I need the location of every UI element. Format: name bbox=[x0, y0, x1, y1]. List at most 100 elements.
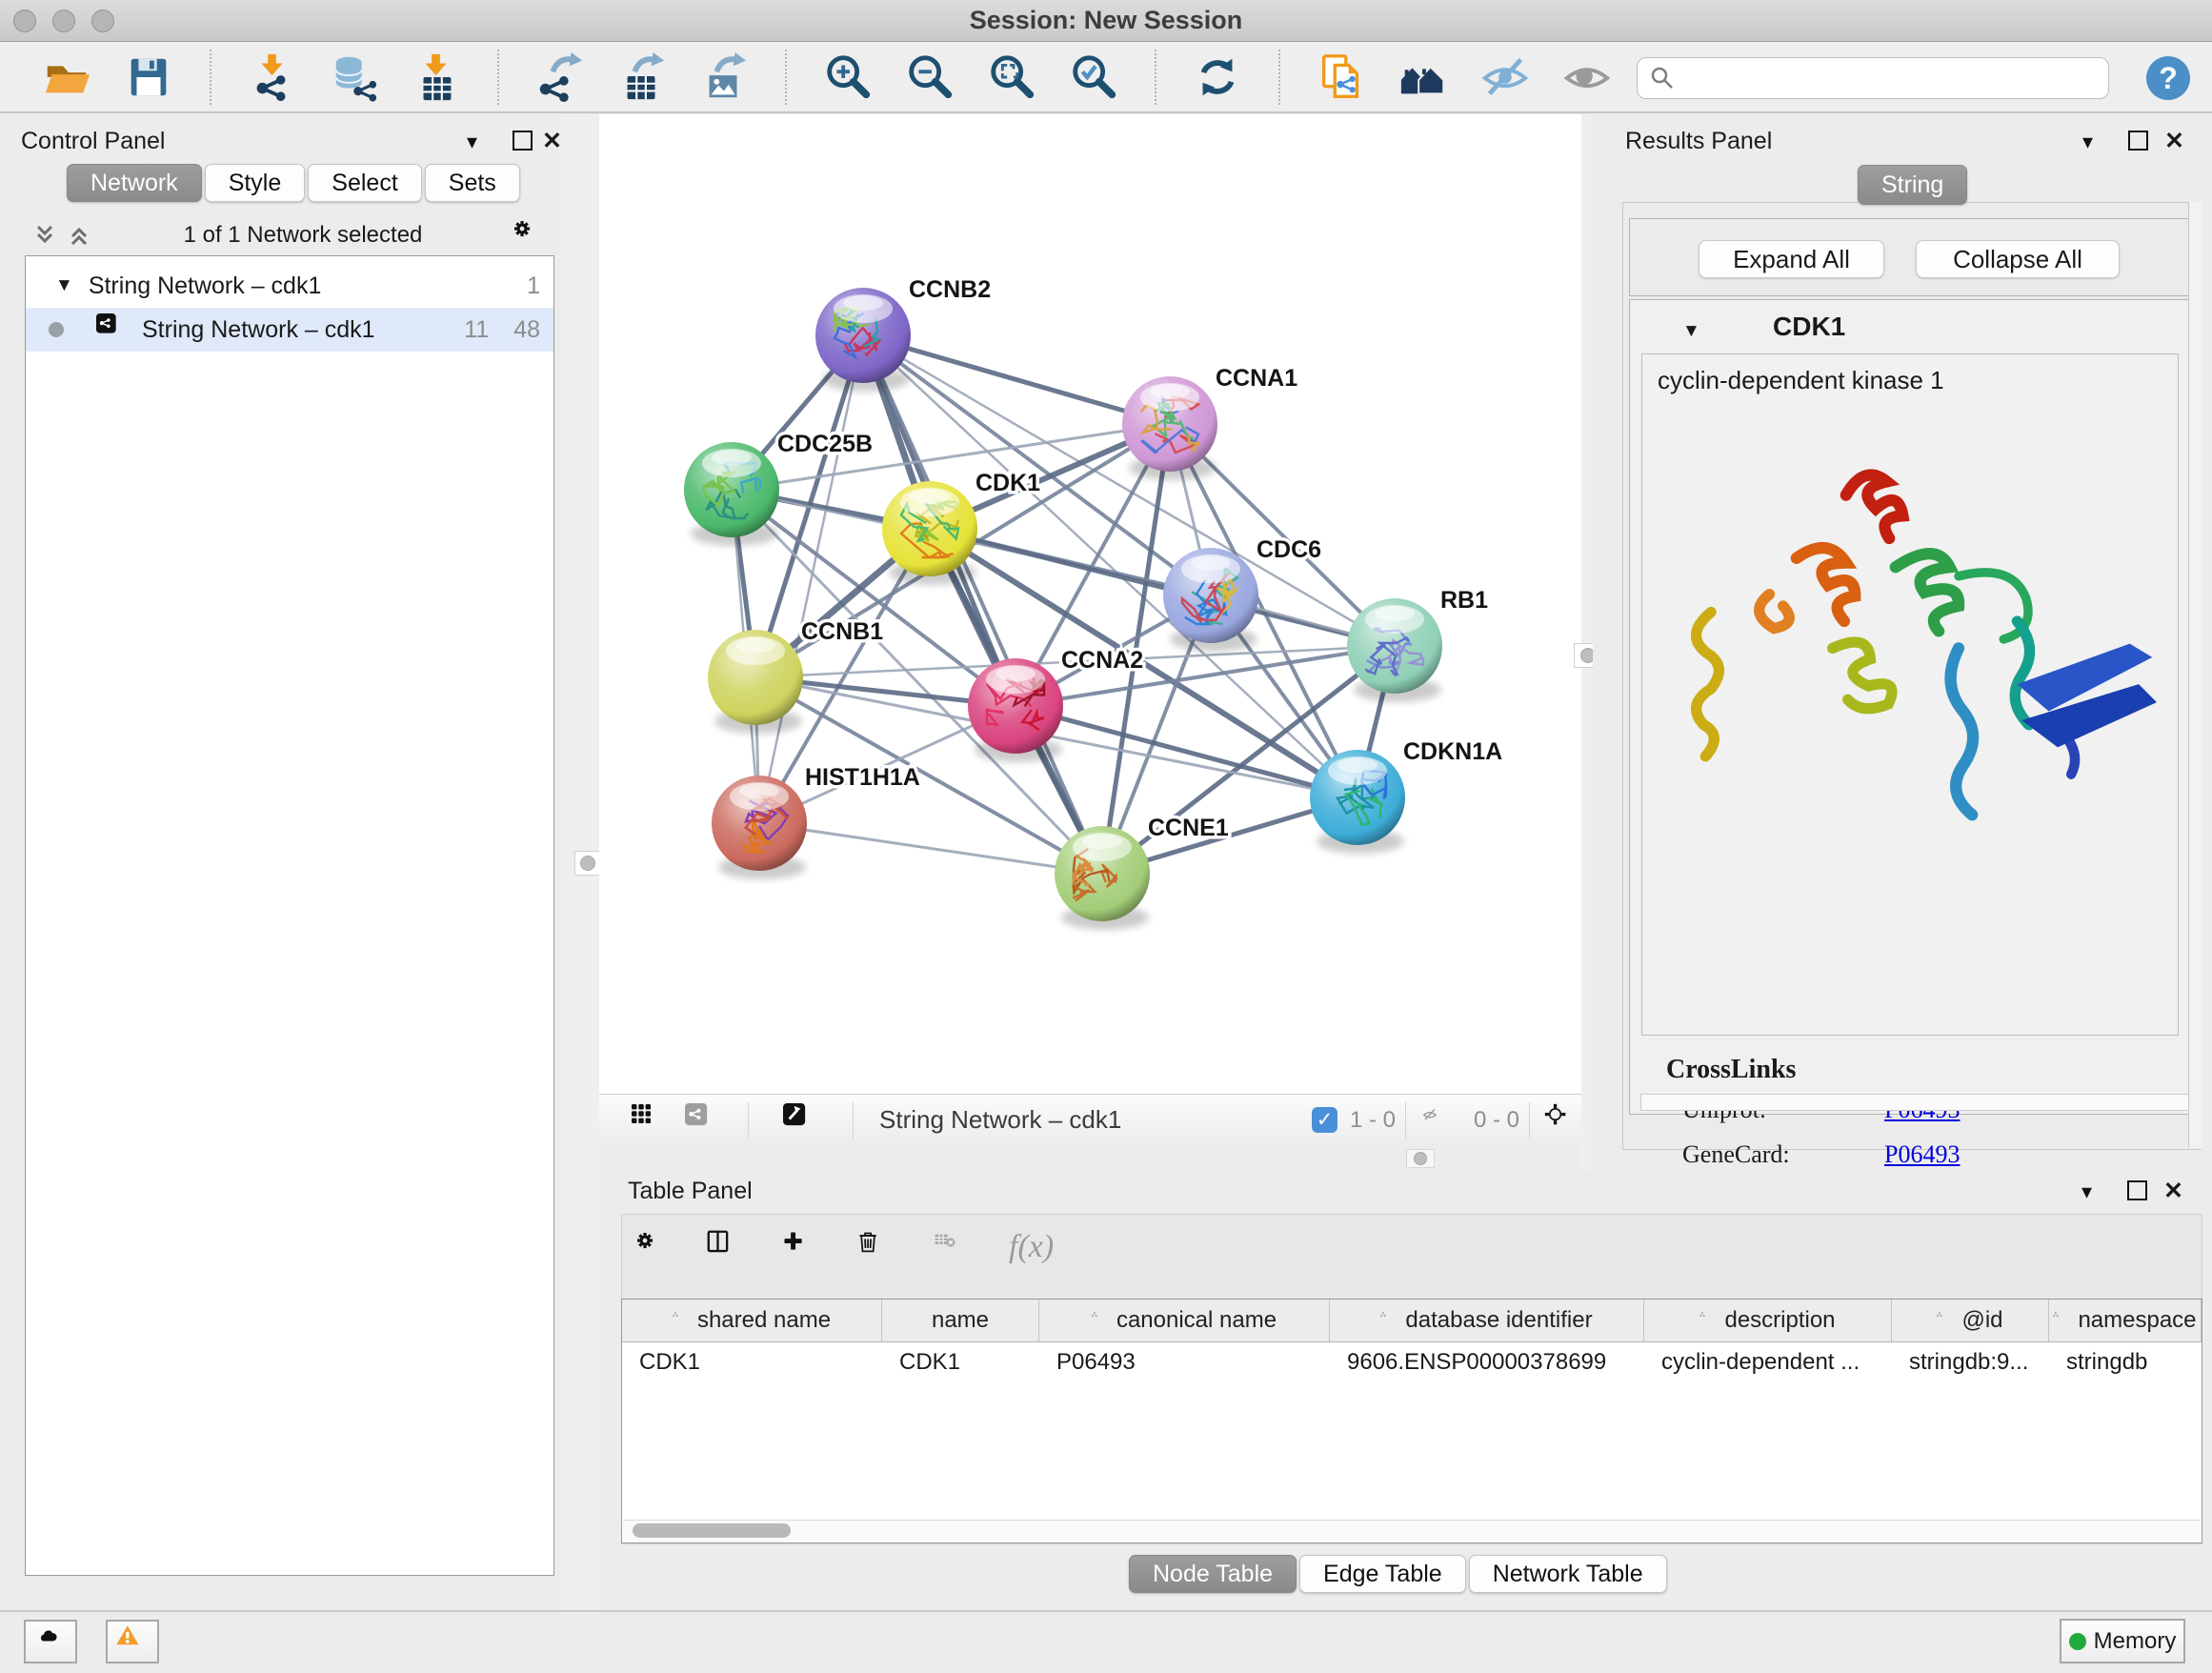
collection-caret-icon[interactable]: ▼ bbox=[55, 275, 73, 296]
crosshair-icon[interactable] bbox=[1544, 1103, 1579, 1138]
columns-icon[interactable] bbox=[706, 1229, 742, 1265]
import-network-icon[interactable] bbox=[246, 50, 299, 104]
open-folder-icon[interactable] bbox=[40, 50, 93, 104]
expand-all-icon[interactable] bbox=[67, 223, 91, 248]
table-hscrollbar-thumb[interactable] bbox=[633, 1523, 791, 1538]
table-cell[interactable]: CDK1 bbox=[882, 1342, 1039, 1382]
network-collection-row[interactable]: ▼ String Network – cdk1 1 bbox=[26, 256, 553, 308]
help-button[interactable]: ? bbox=[2146, 56, 2190, 100]
network-node-cdkn1a[interactable]: CDKN1A bbox=[1310, 738, 1502, 854]
warning-button[interactable] bbox=[106, 1620, 159, 1663]
tab-select[interactable]: Select bbox=[308, 164, 421, 202]
table-cell[interactable]: CDK1 bbox=[622, 1342, 882, 1382]
eye-slash-icon[interactable] bbox=[1478, 50, 1532, 104]
column-header-canonical-name[interactable]: canonical name bbox=[1039, 1300, 1330, 1341]
tab-edge-table[interactable]: Edge Table bbox=[1299, 1555, 1466, 1593]
column-header-name[interactable]: name bbox=[882, 1300, 1039, 1341]
results-panel-close-icon[interactable]: ✕ bbox=[2164, 127, 2184, 155]
network-edge[interactable] bbox=[759, 823, 1102, 874]
network-node-ccne1[interactable]: CCNE1 bbox=[1055, 815, 1229, 930]
column-header--id[interactable]: @id bbox=[1892, 1300, 2049, 1341]
network-edge[interactable] bbox=[930, 529, 1395, 646]
results-panel-menu-icon[interactable]: ▾ bbox=[2082, 130, 2093, 154]
column-header-description[interactable]: description bbox=[1644, 1300, 1892, 1341]
left-splitter-handle[interactable] bbox=[574, 851, 601, 876]
expand-all-button[interactable]: Expand All bbox=[1699, 240, 1884, 278]
results-vscrollbar[interactable] bbox=[2188, 202, 2202, 1148]
network-edge[interactable] bbox=[863, 335, 1102, 874]
table-panel-float-icon[interactable] bbox=[2127, 1180, 2147, 1200]
zoom-fit-icon[interactable] bbox=[985, 50, 1038, 104]
table-hscrollbar[interactable] bbox=[623, 1520, 2201, 1542]
houses-icon[interactable] bbox=[1397, 50, 1450, 104]
table-panel-menu-icon[interactable]: ▾ bbox=[2081, 1179, 2092, 1204]
memory-button[interactable]: Memory bbox=[2060, 1619, 2185, 1663]
window-zoom-button[interactable] bbox=[91, 10, 114, 32]
collapse-all-icon[interactable] bbox=[32, 223, 57, 248]
import-table-icon[interactable] bbox=[410, 50, 463, 104]
import-database-icon[interactable] bbox=[328, 50, 381, 104]
network-node-rb1[interactable]: RB1 bbox=[1347, 587, 1488, 702]
results-hscrollbar[interactable] bbox=[1640, 1094, 2189, 1111]
table-splitter-handle[interactable] bbox=[1406, 1149, 1435, 1168]
network-edge[interactable] bbox=[1016, 706, 1357, 797]
export-table-icon[interactable] bbox=[615, 50, 669, 104]
tab-network[interactable]: Network bbox=[67, 164, 202, 202]
zoom-in-icon[interactable] bbox=[821, 50, 875, 104]
duplicate-documents-icon[interactable] bbox=[1315, 50, 1368, 104]
control-panel-float-icon[interactable] bbox=[513, 131, 533, 151]
grid-icon[interactable] bbox=[632, 1104, 664, 1137]
share-chip-icon[interactable] bbox=[685, 1103, 719, 1138]
network-node-cdk1[interactable]: CDK1 bbox=[882, 470, 1040, 585]
gear-icon[interactable] bbox=[637, 1233, 666, 1261]
tab-network-table[interactable]: Network Table bbox=[1469, 1555, 1667, 1593]
right-splitter[interactable] bbox=[1581, 114, 1593, 1170]
table-cell[interactable]: stringdb:9... bbox=[1892, 1342, 2049, 1382]
network-node-ccna2[interactable]: CCNA2 bbox=[968, 647, 1143, 762]
checkbox-icon[interactable]: ✓ bbox=[1312, 1107, 1337, 1133]
network-node-cdc6[interactable]: CDC6 bbox=[1163, 536, 1321, 652]
refresh-icon[interactable] bbox=[1191, 50, 1244, 104]
control-panel-menu-icon[interactable]: ▾ bbox=[467, 130, 477, 154]
network-canvas[interactable]: CCNB2 CCNA1 CDC25BCDK1 CDC6RB1 CCNB1 CCNA2 CDK… bbox=[599, 114, 1581, 1094]
column-header-namespace[interactable]: namespace bbox=[2049, 1300, 2202, 1341]
crosslink-link[interactable]: P06493 bbox=[1884, 1140, 1960, 1169]
column-header-database-identifier[interactable]: database identifier bbox=[1330, 1300, 1644, 1341]
network-node-ccnb2[interactable]: CCNB2 bbox=[815, 276, 991, 392]
zoom-selected-icon[interactable] bbox=[1067, 50, 1120, 104]
export-network-icon[interactable] bbox=[533, 50, 587, 104]
function-builder-button[interactable]: f(x) bbox=[1009, 1229, 1054, 1265]
table-cell[interactable]: stringdb bbox=[2049, 1342, 2202, 1382]
table-cell[interactable]: P06493 bbox=[1039, 1342, 1330, 1382]
trash-icon[interactable] bbox=[856, 1229, 891, 1265]
tab-sets[interactable]: Sets bbox=[425, 164, 520, 202]
eye-icon[interactable] bbox=[1560, 50, 1614, 104]
network-node-ccnb1[interactable]: CCNB1 bbox=[708, 618, 883, 734]
search-input[interactable] bbox=[1676, 64, 2089, 92]
window-close-button[interactable] bbox=[13, 10, 36, 32]
network-graph[interactable]: CCNB2 CCNA1 CDC25BCDK1 CDC6RB1 CCNB1 CCNA2 CDK… bbox=[599, 114, 1581, 1094]
table-panel-close-icon[interactable]: ✕ bbox=[2163, 1177, 2183, 1205]
network-row[interactable]: String Network – cdk1 11 48 bbox=[26, 308, 553, 352]
network-node-cdc25b[interactable]: CDC25B bbox=[684, 431, 873, 546]
eye-slash-small-icon[interactable] bbox=[1420, 1107, 1451, 1134]
network-node-hist1h1a[interactable]: HIST1H1A bbox=[712, 764, 920, 879]
tab-string[interactable]: String bbox=[1858, 165, 1967, 205]
zoom-out-icon[interactable] bbox=[903, 50, 956, 104]
control-panel-close-icon[interactable]: ✕ bbox=[542, 127, 562, 155]
table-cell[interactable]: 9606.ENSP00000378699 bbox=[1330, 1342, 1644, 1382]
table-cell[interactable]: cyclin-dependent ... bbox=[1644, 1342, 1892, 1382]
export-image-icon[interactable] bbox=[697, 50, 751, 104]
search-field[interactable] bbox=[1637, 57, 2109, 99]
network-node-ccna1[interactable]: CCNA1 bbox=[1122, 365, 1297, 480]
gene-caret-icon[interactable]: ▼ bbox=[1682, 321, 1700, 342]
tab-style[interactable]: Style bbox=[205, 164, 306, 202]
birdseye-icon[interactable] bbox=[783, 1103, 817, 1138]
results-panel-float-icon[interactable] bbox=[2128, 131, 2148, 151]
tab-node-table[interactable]: Node Table bbox=[1129, 1555, 1297, 1593]
cloud-button[interactable] bbox=[24, 1620, 77, 1663]
window-minimize-button[interactable] bbox=[52, 10, 75, 32]
collapse-all-button[interactable]: Collapse All bbox=[1916, 240, 2120, 278]
table-row[interactable]: CDK1CDK1P064939606.ENSP00000378699cyclin… bbox=[622, 1342, 2202, 1382]
gear-icon[interactable] bbox=[514, 221, 543, 250]
